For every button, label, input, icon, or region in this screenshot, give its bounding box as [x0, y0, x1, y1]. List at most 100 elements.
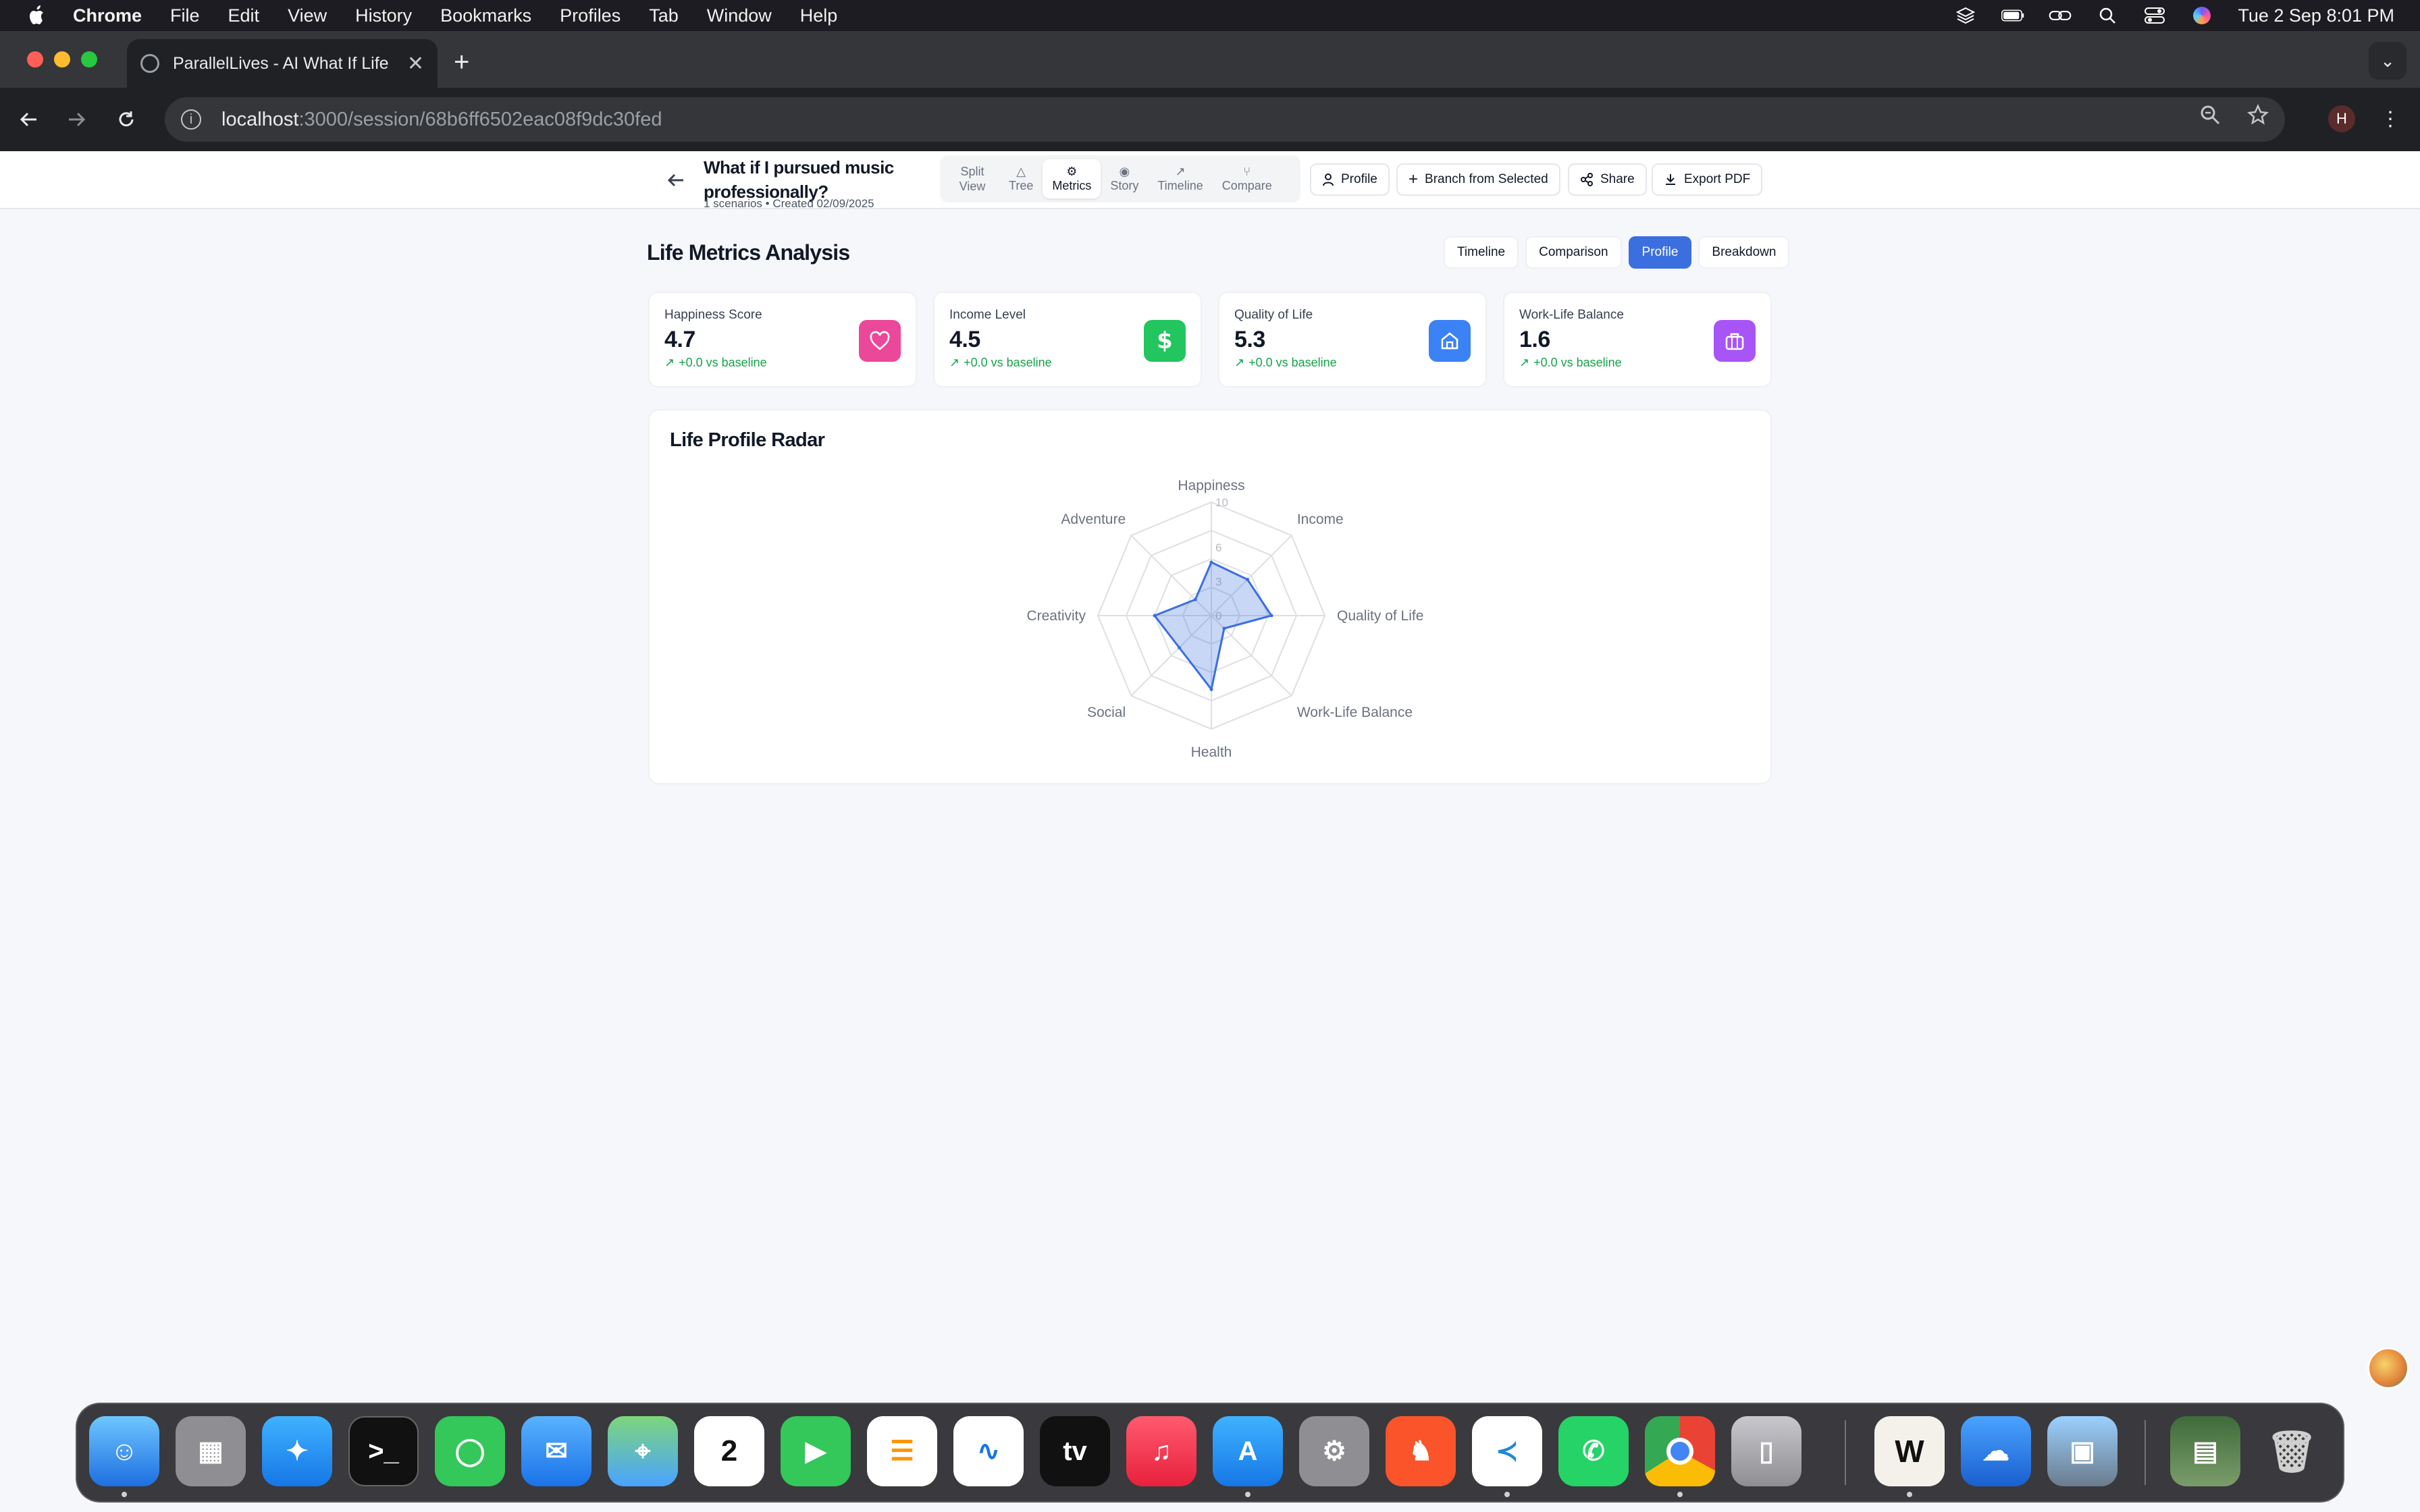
dock-separator: [2145, 1420, 2146, 1485]
session-header: What if I pursued music professionally? …: [0, 151, 2420, 210]
tab-label: Split View: [959, 165, 986, 193]
running-indicator: [1504, 1492, 1510, 1497]
radar-chart: 03610HappinessIncomeQuality of LifeWork-…: [1026, 478, 1423, 760]
app-store-icon[interactable]: A: [1213, 1416, 1283, 1486]
radar-axis-label: Health: [1191, 745, 1232, 760]
forward-button[interactable]: [61, 104, 92, 135]
radar-data-point: [1209, 687, 1213, 691]
vscode-icon[interactable]: ≺: [1472, 1416, 1542, 1486]
preview-icon[interactable]: ▣: [2047, 1416, 2118, 1486]
tab-metrics[interactable]: ⚙ Metrics: [1043, 159, 1101, 198]
radar-tick-label: 10: [1215, 496, 1228, 509]
radar-tick-label: 6: [1215, 541, 1221, 554]
weather-icon[interactable]: ☁: [1961, 1416, 2031, 1486]
menu-edit[interactable]: Edit: [228, 5, 260, 26]
iphone-mirroring-icon[interactable]: ▯: [1731, 1416, 1801, 1486]
maps-icon[interactable]: ⌖: [608, 1416, 678, 1486]
page-title: Life Metrics Analysis: [647, 240, 850, 265]
downloads-stack-icon[interactable]: ▤: [2170, 1416, 2240, 1486]
assistant-avatar[interactable]: [2367, 1347, 2409, 1389]
share-button[interactable]: Share: [1568, 163, 1647, 196]
tab-split-view[interactable]: Split View: [945, 159, 999, 198]
site-info-icon[interactable]: i: [181, 109, 201, 130]
more-menu-icon[interactable]: ⋮: [2380, 105, 2400, 132]
heart-icon: [859, 320, 901, 362]
minimize-window-button[interactable]: [54, 51, 70, 68]
reminders-icon[interactable]: ☰: [867, 1416, 937, 1486]
mode-tab-profile[interactable]: Profile: [1628, 236, 1692, 269]
trend-icon: ↗: [1175, 165, 1186, 178]
tab-compare[interactable]: ⑂ Compare: [1213, 159, 1282, 198]
close-tab-icon[interactable]: ✕: [407, 52, 424, 76]
radar-axis-label: Work-Life Balance: [1297, 705, 1413, 720]
browser-tab-strip: ParallelLives - AI What If Life ✕ + ⌄: [0, 31, 2420, 88]
music-icon[interactable]: ♫: [1126, 1416, 1196, 1486]
tab-story[interactable]: ◉ Story: [1101, 159, 1148, 198]
zoom-window-button[interactable]: [81, 51, 97, 68]
mode-tab-comparison[interactable]: Comparison: [1525, 236, 1622, 269]
export-pdf-button[interactable]: Export PDF: [1652, 163, 1763, 196]
whatsapp-icon[interactable]: ✆: [1558, 1416, 1629, 1486]
radar-card: Life Profile Radar 0 3 6 10 Happiness Income Q…: [648, 409, 1772, 784]
mode-tab-timeline[interactable]: Timeline: [1444, 236, 1519, 269]
branch-from-selected-button[interactable]: + Branch from Selected: [1396, 163, 1560, 196]
safari-icon[interactable]: ✦: [262, 1416, 332, 1486]
address-bar[interactable]: i localhost:3000/session/68b6ff6502eac08…: [165, 97, 2285, 142]
menu-bookmarks[interactable]: Bookmarks: [440, 5, 531, 26]
brave-icon[interactable]: ♞: [1386, 1416, 1456, 1486]
appletv-icon[interactable]: tv: [1040, 1416, 1110, 1486]
writer-app-icon[interactable]: W: [1874, 1416, 1945, 1486]
reload-button[interactable]: [111, 104, 142, 135]
new-tab-button[interactable]: +: [454, 49, 469, 76]
chrome-icon[interactable]: [1645, 1416, 1715, 1486]
menu-window[interactable]: Window: [707, 5, 772, 26]
session-subtitle: 1 scenarios • Created 02/09/2025: [704, 197, 874, 210]
trend-up-icon: ↗: [949, 356, 960, 369]
facetime-icon[interactable]: ▶: [781, 1416, 851, 1486]
trash-icon[interactable]: 🗑: [2257, 1416, 2327, 1486]
radar-axis-label: Quality of Life: [1337, 608, 1423, 624]
layers-icon[interactable]: [1954, 7, 1977, 24]
menu-help[interactable]: Help: [800, 5, 838, 26]
menu-profiles[interactable]: Profiles: [560, 5, 621, 26]
siri-icon[interactable]: [2190, 7, 2213, 24]
tab-search-button[interactable]: ⌄: [2369, 42, 2406, 80]
finder-icon[interactable]: ☺: [89, 1416, 159, 1486]
close-window-button[interactable]: [27, 51, 43, 68]
system-settings-icon[interactable]: ⚙: [1299, 1416, 1369, 1486]
tab-tree[interactable]: △ Tree: [999, 159, 1043, 198]
metric-card-quality: Quality of Life 5.3 ↗ +0.0 vs baseline: [1218, 292, 1487, 387]
eye-icon: ◉: [1119, 165, 1130, 178]
radar-axis-label: Social: [1087, 705, 1126, 720]
browser-tab-active[interactable]: ParallelLives - AI What If Life ✕: [127, 39, 438, 88]
profile-avatar[interactable]: H: [2328, 105, 2355, 132]
menu-tab[interactable]: Tab: [649, 5, 679, 26]
trend-up-icon: ↗: [1234, 356, 1245, 369]
battery-icon[interactable]: [2001, 7, 2024, 24]
terminal-icon[interactable]: >_: [348, 1416, 419, 1486]
back-button[interactable]: [14, 104, 45, 135]
menubar-clock[interactable]: Tue 2 Sep 8:01 PM: [2238, 5, 2394, 26]
search-icon[interactable]: [2096, 7, 2119, 24]
mode-tab-breakdown[interactable]: Breakdown: [1698, 236, 1790, 269]
arrow-left-icon[interactable]: [664, 169, 687, 192]
menu-chrome[interactable]: Chrome: [73, 5, 142, 26]
mail-icon[interactable]: ✉: [521, 1416, 591, 1486]
link-icon[interactable]: [2049, 7, 2072, 24]
bookmark-star-icon[interactable]: [2247, 103, 2269, 131]
menu-file[interactable]: File: [170, 5, 200, 26]
freeform-icon[interactable]: ∿: [953, 1416, 1024, 1486]
calendar-icon[interactable]: 2: [694, 1416, 764, 1486]
launchpad-icon[interactable]: ▦: [176, 1416, 246, 1486]
arrow-right-icon: [69, 112, 86, 127]
tab-timeline[interactable]: ↗ Timeline: [1148, 159, 1212, 198]
menu-view[interactable]: View: [288, 5, 327, 26]
profile-button[interactable]: Profile: [1310, 163, 1390, 196]
apple-icon[interactable]: [27, 4, 47, 27]
menu-history[interactable]: History: [355, 5, 412, 26]
zoom-icon[interactable]: [2200, 105, 2220, 130]
control-center-icon[interactable]: [2143, 7, 2166, 24]
messages-icon[interactable]: ◯: [435, 1416, 505, 1486]
tree-icon: △: [1016, 165, 1026, 178]
radar-data-point: [1209, 560, 1213, 564]
